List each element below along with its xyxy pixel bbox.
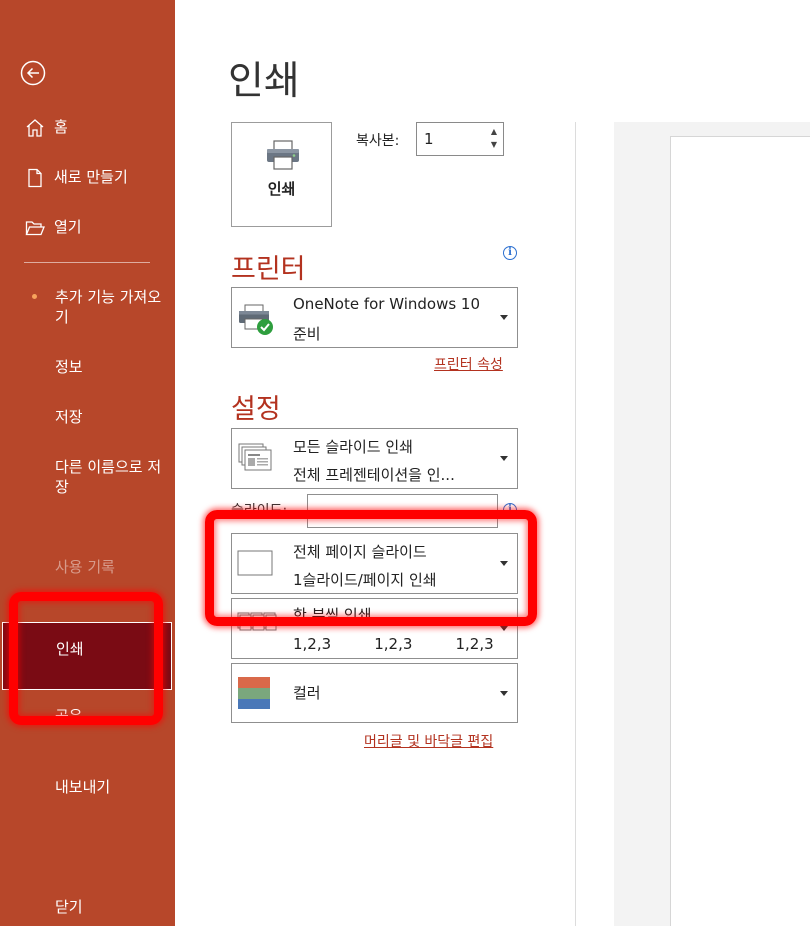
copies-spin-buttons[interactable]: ▲ ▼	[491, 125, 497, 151]
slide-range-line1: 모든 슬라이드 인쇄	[293, 438, 413, 456]
header-footer-link[interactable]: 머리글 및 바닥글 편집	[364, 731, 493, 751]
preview-divider	[575, 122, 576, 926]
printer-properties-link[interactable]: 프린터 속성	[434, 354, 503, 374]
settings-section-title: 설정	[231, 394, 281, 425]
slide-range-dropdown[interactable]: 모든 슬라이드 인쇄 전체 프레젠테이션을 인...	[231, 428, 518, 489]
nav-open[interactable]: 열기	[24, 217, 174, 239]
new-indicator-dot	[32, 294, 37, 299]
nav-save-as-label: 다른 이름으로 저장	[55, 458, 162, 496]
printer-icon	[267, 140, 299, 170]
color-dropdown[interactable]: 컬러	[231, 663, 518, 723]
nav-save-as[interactable]: 다른 이름으로 저장	[55, 457, 167, 497]
info-icon[interactable]: i	[503, 503, 517, 517]
nav-new[interactable]: 새로 만들기	[24, 167, 174, 189]
nav-close[interactable]: 닫기	[55, 897, 167, 917]
color-label: 컬러	[293, 684, 321, 702]
nav-home-label: 홈	[54, 118, 68, 136]
nav-save[interactable]: 저장	[55, 407, 167, 427]
copies-stepper[interactable]: 1 ▲ ▼	[416, 122, 504, 156]
slides-input[interactable]	[307, 494, 498, 528]
back-arrow-icon[interactable]	[20, 60, 46, 86]
nav-history: 사용 기록	[55, 557, 167, 577]
print-button-label: 인쇄	[267, 180, 296, 198]
nav-new-label: 새로 만들기	[54, 168, 128, 186]
chevron-down-icon	[500, 691, 508, 696]
new-document-icon	[28, 168, 42, 188]
backstage-sidebar: 홈 새로 만들기 열기 추가 기능 가져오기 정보 저장 다른 이름으로 저장 …	[0, 0, 175, 926]
collate-dropdown[interactable]: 한 부씩 인쇄 1,2,3 1,2,3 1,2,3	[231, 598, 518, 659]
nav-addins[interactable]: 추가 기능 가져오기	[55, 287, 167, 327]
chevron-down-icon	[500, 561, 508, 566]
chevron-down-icon	[500, 626, 508, 631]
home-icon	[26, 119, 44, 137]
nav-divider	[24, 262, 150, 263]
slide-range-line2: 전체 프레젠테이션을 인...	[293, 466, 455, 484]
printer-dropdown[interactable]: OneNote for Windows 10 준비	[231, 287, 518, 348]
nav-share-label: 공유	[55, 707, 83, 720]
nav-export-label: 내보내기	[55, 778, 111, 796]
layout-line2: 1슬라이드/페이지 인쇄	[293, 571, 437, 589]
printer-ready-icon	[239, 304, 273, 335]
collated-icon	[237, 612, 277, 631]
copies-value[interactable]: 1	[424, 130, 434, 148]
nav-open-label: 열기	[54, 218, 82, 236]
slides-label: 슬라이드:	[231, 503, 288, 519]
printer-status: 준비	[293, 325, 321, 343]
chevron-down-icon	[500, 456, 508, 461]
nav-info[interactable]: 정보	[55, 357, 167, 377]
printer-name: OneNote for Windows 10	[293, 295, 481, 313]
info-icon[interactable]: i	[503, 246, 517, 260]
color-swatch-icon	[238, 677, 270, 709]
folder-open-icon	[25, 221, 45, 236]
print-button[interactable]: 인쇄	[231, 122, 332, 227]
nav-export[interactable]: 내보내기	[55, 777, 167, 797]
collate-line1: 한 부씩 인쇄	[293, 606, 372, 624]
page-title: 인쇄	[228, 59, 300, 104]
all-slides-icon	[238, 443, 272, 471]
nav-share[interactable]: 공유	[55, 706, 167, 720]
nav-home[interactable]: 홈	[24, 117, 174, 139]
full-page-slide-icon	[237, 550, 273, 576]
chevron-down-icon	[500, 315, 508, 320]
printer-section-title: 프린터	[231, 254, 306, 285]
copies-label: 복사본:	[356, 133, 400, 149]
collate-line2: 1,2,3 1,2,3 1,2,3	[293, 635, 494, 653]
nav-addins-label: 추가 기능 가져오기	[55, 288, 162, 326]
layout-line1: 전체 페이지 슬라이드	[293, 543, 427, 561]
nav-print-label: 인쇄	[56, 640, 84, 658]
layout-dropdown[interactable]: 전체 페이지 슬라이드 1슬라이드/페이지 인쇄	[231, 533, 518, 594]
nav-info-label: 정보	[55, 358, 83, 376]
nav-save-label: 저장	[55, 408, 83, 426]
print-preview-page	[670, 136, 810, 926]
nav-close-label: 닫기	[55, 898, 83, 916]
nav-history-label: 사용 기록	[55, 558, 115, 576]
nav-print[interactable]: 인쇄	[2, 622, 172, 690]
